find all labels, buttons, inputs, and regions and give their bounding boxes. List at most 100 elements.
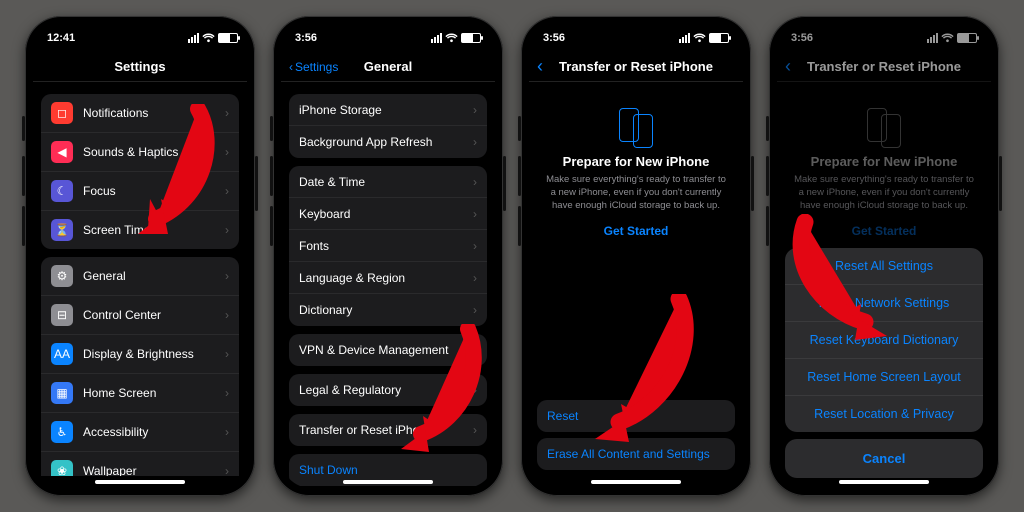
home-indicator[interactable] <box>839 480 929 484</box>
home-indicator[interactable] <box>95 480 185 484</box>
chevron-right-icon: › <box>473 343 477 357</box>
battery-icon <box>709 33 729 43</box>
two-iphones-icon <box>543 108 729 148</box>
prepare-subtitle: Make sure everything's ready to transfer… <box>543 174 729 212</box>
prepare-title: Prepare for New iPhone <box>791 154 977 169</box>
flower-icon: ❀ <box>51 460 73 476</box>
chevron-left-icon: ‹ <box>537 56 543 77</box>
back-button[interactable]: ‹Settings <box>289 60 338 74</box>
opt-reset-home-screen-layout[interactable]: Reset Home Screen Layout <box>785 359 983 396</box>
accessibility-icon: ♿︎ <box>51 421 73 443</box>
opt-reset-keyboard-dictionary[interactable]: Reset Keyboard Dictionary <box>785 322 983 359</box>
switches-icon: ⊟ <box>51 304 73 326</box>
chevron-right-icon: › <box>225 464 229 476</box>
row-date-time[interactable]: Date & Time› <box>289 166 487 198</box>
transfer-options: Reset Erase All Content and Settings <box>537 400 735 470</box>
wifi-icon <box>445 33 458 43</box>
opt-reset-location-privacy[interactable]: Reset Location & Privacy <box>785 396 983 432</box>
cell-signal-icon <box>188 33 199 43</box>
chevron-right-icon: › <box>225 347 229 361</box>
clock: 3:56 <box>791 32 813 44</box>
clock: 3:56 <box>295 32 317 44</box>
prepare-title: Prepare for New iPhone <box>543 154 729 169</box>
row-accessibility[interactable]: ♿︎Accessibility› <box>41 413 239 452</box>
chevron-left-icon: ‹ <box>785 56 791 77</box>
back-button[interactable]: ‹ <box>785 56 791 77</box>
chevron-right-icon: › <box>225 223 229 237</box>
row-sounds[interactable]: ◀︎Sounds & Haptics› <box>41 133 239 172</box>
chevron-right-icon: › <box>473 271 477 285</box>
row-transfer-reset[interactable]: Transfer or Reset iPhone› <box>289 414 487 446</box>
nav-bar: ‹ Transfer or Reset iPhone <box>777 52 991 82</box>
chevron-right-icon: › <box>225 106 229 120</box>
chevron-right-icon: › <box>473 239 477 253</box>
row-screentime[interactable]: ⏳Screen Time› <box>41 211 239 249</box>
chevron-right-icon: › <box>473 383 477 397</box>
notch <box>341 24 436 42</box>
wifi-icon <box>693 33 706 43</box>
phone-general: 3:56 ‹Settings General iPhone Storage› B… <box>273 16 503 496</box>
chevron-right-icon: › <box>225 386 229 400</box>
cancel-button[interactable]: Cancel <box>785 439 983 478</box>
row-iphone-storage[interactable]: iPhone Storage› <box>289 94 487 126</box>
row-notifications[interactable]: ◻︎Notifications› <box>41 94 239 133</box>
row-erase-all[interactable]: Erase All Content and Settings <box>537 438 735 470</box>
get-started-button[interactable]: Get Started <box>852 224 917 238</box>
chevron-left-icon: ‹ <box>289 60 293 74</box>
notch <box>837 24 932 42</box>
row-control-center[interactable]: ⊟Control Center› <box>41 296 239 335</box>
chevron-right-icon: › <box>473 423 477 437</box>
row-focus[interactable]: ☾Focus› <box>41 172 239 211</box>
row-reset[interactable]: Reset <box>537 400 735 432</box>
battery-icon <box>461 33 481 43</box>
home-indicator[interactable] <box>591 480 681 484</box>
row-legal[interactable]: Legal & Regulatory› <box>289 374 487 406</box>
chevron-right-icon: › <box>473 303 477 317</box>
chevron-right-icon: › <box>473 135 477 149</box>
page-title: General <box>364 59 412 74</box>
row-keyboard[interactable]: Keyboard› <box>289 198 487 230</box>
get-started-button[interactable]: Get Started <box>604 224 669 238</box>
chevron-right-icon: › <box>225 425 229 439</box>
wifi-icon <box>941 33 954 43</box>
bell-icon: ◻︎ <box>51 102 73 124</box>
nav-bar: Settings <box>33 52 247 82</box>
gear-icon: ⚙ <box>51 265 73 287</box>
prepare-block: Prepare for New iPhone Make sure everyth… <box>777 82 991 256</box>
settings-list[interactable]: ◻︎Notifications› ◀︎Sounds & Haptics› ☾Fo… <box>33 82 247 476</box>
nav-bar: ‹ Transfer or Reset iPhone <box>529 52 743 82</box>
row-general[interactable]: ⚙General› <box>41 257 239 296</box>
chevron-right-icon: › <box>225 269 229 283</box>
row-wallpaper[interactable]: ❀Wallpaper› <box>41 452 239 476</box>
prepare-block: Prepare for New iPhone Make sure everyth… <box>529 82 743 256</box>
grid-icon: ▦ <box>51 382 73 404</box>
row-bg-refresh[interactable]: Background App Refresh› <box>289 126 487 158</box>
general-list[interactable]: iPhone Storage› Background App Refresh› … <box>281 82 495 488</box>
battery-icon <box>957 33 977 43</box>
clock: 3:56 <box>543 32 565 44</box>
row-fonts[interactable]: Fonts› <box>289 230 487 262</box>
opt-reset-network[interactable]: Reset Network Settings <box>785 285 983 322</box>
chevron-right-icon: › <box>225 145 229 159</box>
chevron-right-icon: › <box>473 103 477 117</box>
chevron-right-icon: › <box>225 308 229 322</box>
wifi-icon <box>202 33 215 43</box>
phone-transfer-reset: 3:56 ‹ Transfer or Reset iPhone Prepare … <box>521 16 751 496</box>
page-title: Settings <box>114 59 165 74</box>
opt-reset-all-settings[interactable]: Reset All Settings <box>785 248 983 285</box>
chevron-right-icon: › <box>473 207 477 221</box>
phone-reset-sheet: 3:56 ‹ Transfer or Reset iPhone Prepare … <box>769 16 999 496</box>
back-button[interactable]: ‹ <box>537 56 543 77</box>
row-home-screen[interactable]: ▦Home Screen› <box>41 374 239 413</box>
page-title: Transfer or Reset iPhone <box>559 59 713 74</box>
page-title: Transfer or Reset iPhone <box>807 59 961 74</box>
clock: 12:41 <box>47 32 75 44</box>
row-language-region[interactable]: Language & Region› <box>289 262 487 294</box>
row-display[interactable]: AADisplay & Brightness› <box>41 335 239 374</box>
home-indicator[interactable] <box>343 480 433 484</box>
row-vpn[interactable]: VPN & Device Management› <box>289 334 487 366</box>
prepare-subtitle: Make sure everything's ready to transfer… <box>791 174 977 212</box>
row-dictionary[interactable]: Dictionary› <box>289 294 487 326</box>
speaker-icon: ◀︎ <box>51 141 73 163</box>
two-iphones-icon <box>791 108 977 148</box>
